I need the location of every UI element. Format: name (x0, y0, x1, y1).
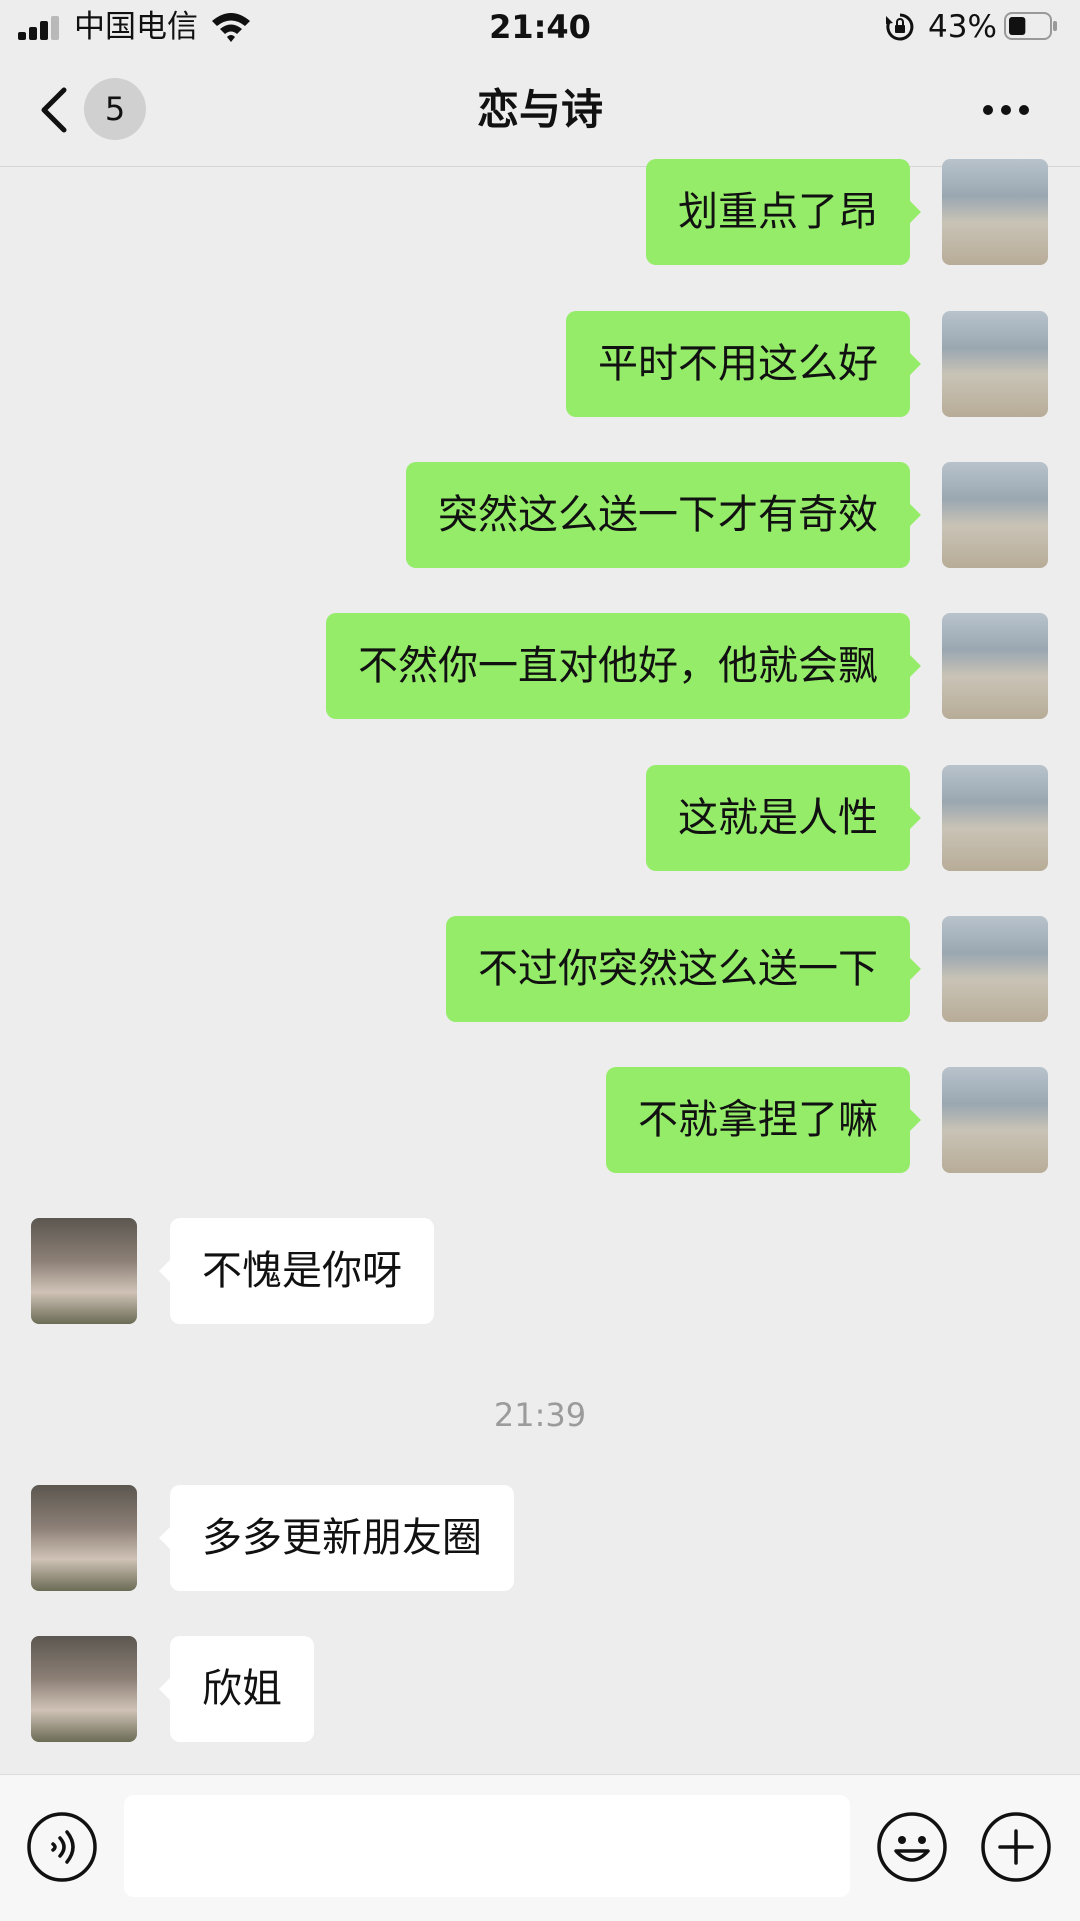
orientation-lock-icon (886, 13, 914, 41)
plus-icon[interactable] (980, 1811, 1052, 1883)
message-row: 不然你一直对他好，他就会飘 (210, 613, 921, 719)
message-bubble[interactable]: 不就拿捏了嘛 (606, 1067, 921, 1173)
message-row: 划重点了昂 (210, 159, 921, 265)
message-bubble[interactable]: 多多更新朋友圈 (159, 1485, 514, 1591)
chat-header: 5 恋与诗 (0, 54, 1080, 167)
self-avatar[interactable] (942, 159, 1048, 265)
message-row: 不愧是你呀 (159, 1218, 870, 1324)
message-row: 多多更新朋友圈 (159, 1485, 870, 1591)
contact-avatar[interactable] (31, 1218, 137, 1324)
self-avatar[interactable] (942, 1067, 1048, 1173)
message-timestamp: 21:39 (493, 1396, 587, 1434)
message-input[interactable] (124, 1795, 850, 1897)
more-dots-icon[interactable] (980, 88, 1032, 132)
emoji-icon[interactable] (876, 1811, 948, 1883)
self-avatar[interactable] (942, 462, 1048, 568)
self-avatar[interactable] (942, 765, 1048, 871)
contact-avatar[interactable] (31, 1485, 137, 1591)
battery-icon (1004, 12, 1057, 40)
battery-percent: 43% (928, 9, 997, 45)
message-bubble[interactable]: 划重点了昂 (646, 159, 921, 265)
voice-icon[interactable] (26, 1811, 98, 1883)
message-row: 平时不用这么好 (210, 311, 921, 417)
message-row: 不就拿捏了嘛 (210, 1067, 921, 1173)
status-time: 21:40 (489, 8, 591, 46)
message-row: 欣姐 (159, 1636, 870, 1742)
self-avatar[interactable] (942, 916, 1048, 1022)
message-bubble[interactable]: 不过你突然这么送一下 (446, 916, 921, 1022)
message-bubble[interactable]: 突然这么送一下才有奇效 (406, 462, 921, 568)
message-bubble[interactable]: 不然你一直对他好，他就会飘 (326, 613, 921, 719)
message-bubble[interactable]: 不愧是你呀 (159, 1218, 434, 1324)
self-avatar[interactable] (942, 311, 1048, 417)
message-bubble[interactable]: 平时不用这么好 (566, 311, 921, 417)
status-bar: 中国电信 21:40 43% (0, 0, 1080, 54)
self-avatar[interactable] (942, 613, 1048, 719)
message-input-bar (0, 1774, 1080, 1921)
chat-title: 恋与诗 (476, 85, 603, 134)
message-row: 突然这么送一下才有奇效 (210, 462, 921, 568)
message-bubble[interactable]: 欣姐 (159, 1636, 314, 1742)
message-row: 不过你突然这么送一下 (210, 916, 921, 1022)
contact-avatar[interactable] (31, 1636, 137, 1742)
message-bubble[interactable]: 这就是人性 (646, 765, 921, 871)
message-row: 这就是人性 (210, 765, 921, 871)
